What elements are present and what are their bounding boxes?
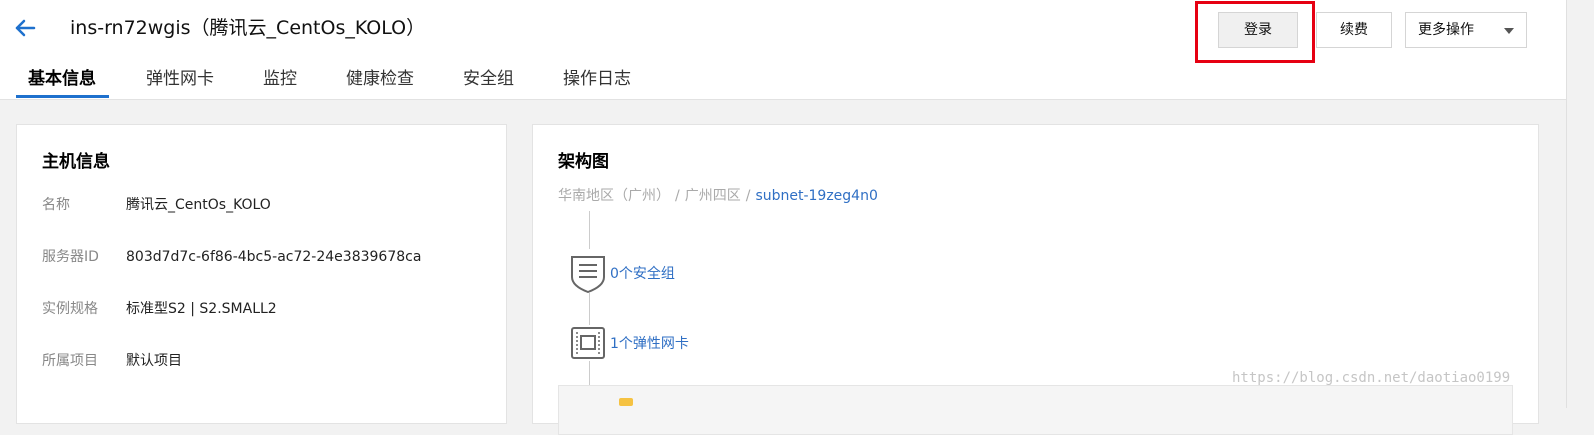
- info-value: 腾讯云_CentOs_KOLO: [126, 197, 271, 213]
- info-label: 服务器ID: [42, 249, 99, 265]
- info-value: 标准型S2 | S2.SMALL2: [126, 301, 277, 317]
- connector-line: [589, 361, 590, 385]
- tab-basic-info[interactable]: 基本信息: [16, 64, 109, 98]
- network-card-icon: [571, 327, 605, 359]
- more-actions-dropdown[interactable]: 更多操作: [1405, 12, 1527, 48]
- security-group-node: 0个安全组: [569, 253, 675, 293]
- top-bar: ins-rn72wgis（腾讯云_CentOs_KOLO） 登录 续费 更多操作…: [0, 0, 1594, 100]
- info-label: 所属项目: [42, 353, 98, 369]
- chevron-down-icon: [1504, 28, 1514, 34]
- tab-security-group[interactable]: 安全组: [463, 64, 514, 98]
- info-row-name: 名称 腾讯云_CentOs_KOLO: [42, 195, 271, 215]
- info-label: 名称: [42, 197, 70, 213]
- architecture-title: 架构图: [558, 152, 609, 172]
- tab-elastic-nic[interactable]: 弹性网卡: [146, 64, 214, 98]
- more-actions-label: 更多操作: [1418, 22, 1474, 38]
- breadcrumb: 华南地区（广州） / 广州四区 / subnet-19zeg4n0: [558, 185, 878, 205]
- info-row-project: 所属项目 默认项目: [42, 351, 182, 371]
- tab-health-check[interactable]: 健康检查: [346, 64, 414, 98]
- page-title: ins-rn72wgis（腾讯云_CentOs_KOLO）: [70, 17, 426, 39]
- security-group-link[interactable]: 0个安全组: [610, 263, 675, 283]
- elastic-nic-node: 1个弹性网卡: [569, 325, 689, 361]
- elastic-nic-link[interactable]: 1个弹性网卡: [610, 333, 689, 353]
- breadcrumb-separator: /: [675, 188, 680, 204]
- breadcrumb-separator: /: [745, 188, 751, 204]
- connector-line: [589, 211, 590, 249]
- subnet-icon: [619, 398, 633, 406]
- arrow-left-icon[interactable]: [12, 15, 38, 41]
- tab-bar: 基本信息 弹性网卡 监控 健康检查 安全组 操作日志: [16, 64, 631, 100]
- breadcrumb-zone: 广州四区: [684, 188, 741, 204]
- subnet-container: [558, 385, 1513, 435]
- connector-line: [589, 293, 590, 325]
- tab-monitoring[interactable]: 监控: [263, 64, 297, 98]
- architecture-card: 架构图 华南地区（广州） / 广州四区 / subnet-19zeg4n0 0个安全组 …: [532, 124, 1539, 435]
- info-row-instance-spec: 实例规格 标准型S2 | S2.SMALL2: [42, 299, 277, 319]
- info-row-server-id: 服务器ID 803d7d7c-6f86-4bc5-ac72-24e3839678c…: [42, 247, 421, 267]
- host-info-title: 主机信息: [42, 152, 110, 172]
- shield-icon: [571, 256, 605, 293]
- info-value: 默认项目: [126, 353, 182, 369]
- renew-button[interactable]: 续费: [1316, 12, 1392, 48]
- host-info-card: 主机信息 名称 腾讯云_CentOs_KOLO 服务器ID 803d7d7c-6f8…: [16, 124, 507, 424]
- info-value: 803d7d7c-6f86-4bc5-ac72-24e3839678ca: [126, 249, 422, 265]
- subnet-link[interactable]: subnet-19zeg4n0: [755, 188, 877, 204]
- breadcrumb-region: 华南地区（广州）: [558, 188, 670, 204]
- info-label: 实例规格: [42, 301, 98, 317]
- tab-operation-log[interactable]: 操作日志: [563, 64, 631, 98]
- login-button[interactable]: 登录: [1218, 12, 1298, 48]
- scrollbar[interactable]: [1566, 0, 1594, 408]
